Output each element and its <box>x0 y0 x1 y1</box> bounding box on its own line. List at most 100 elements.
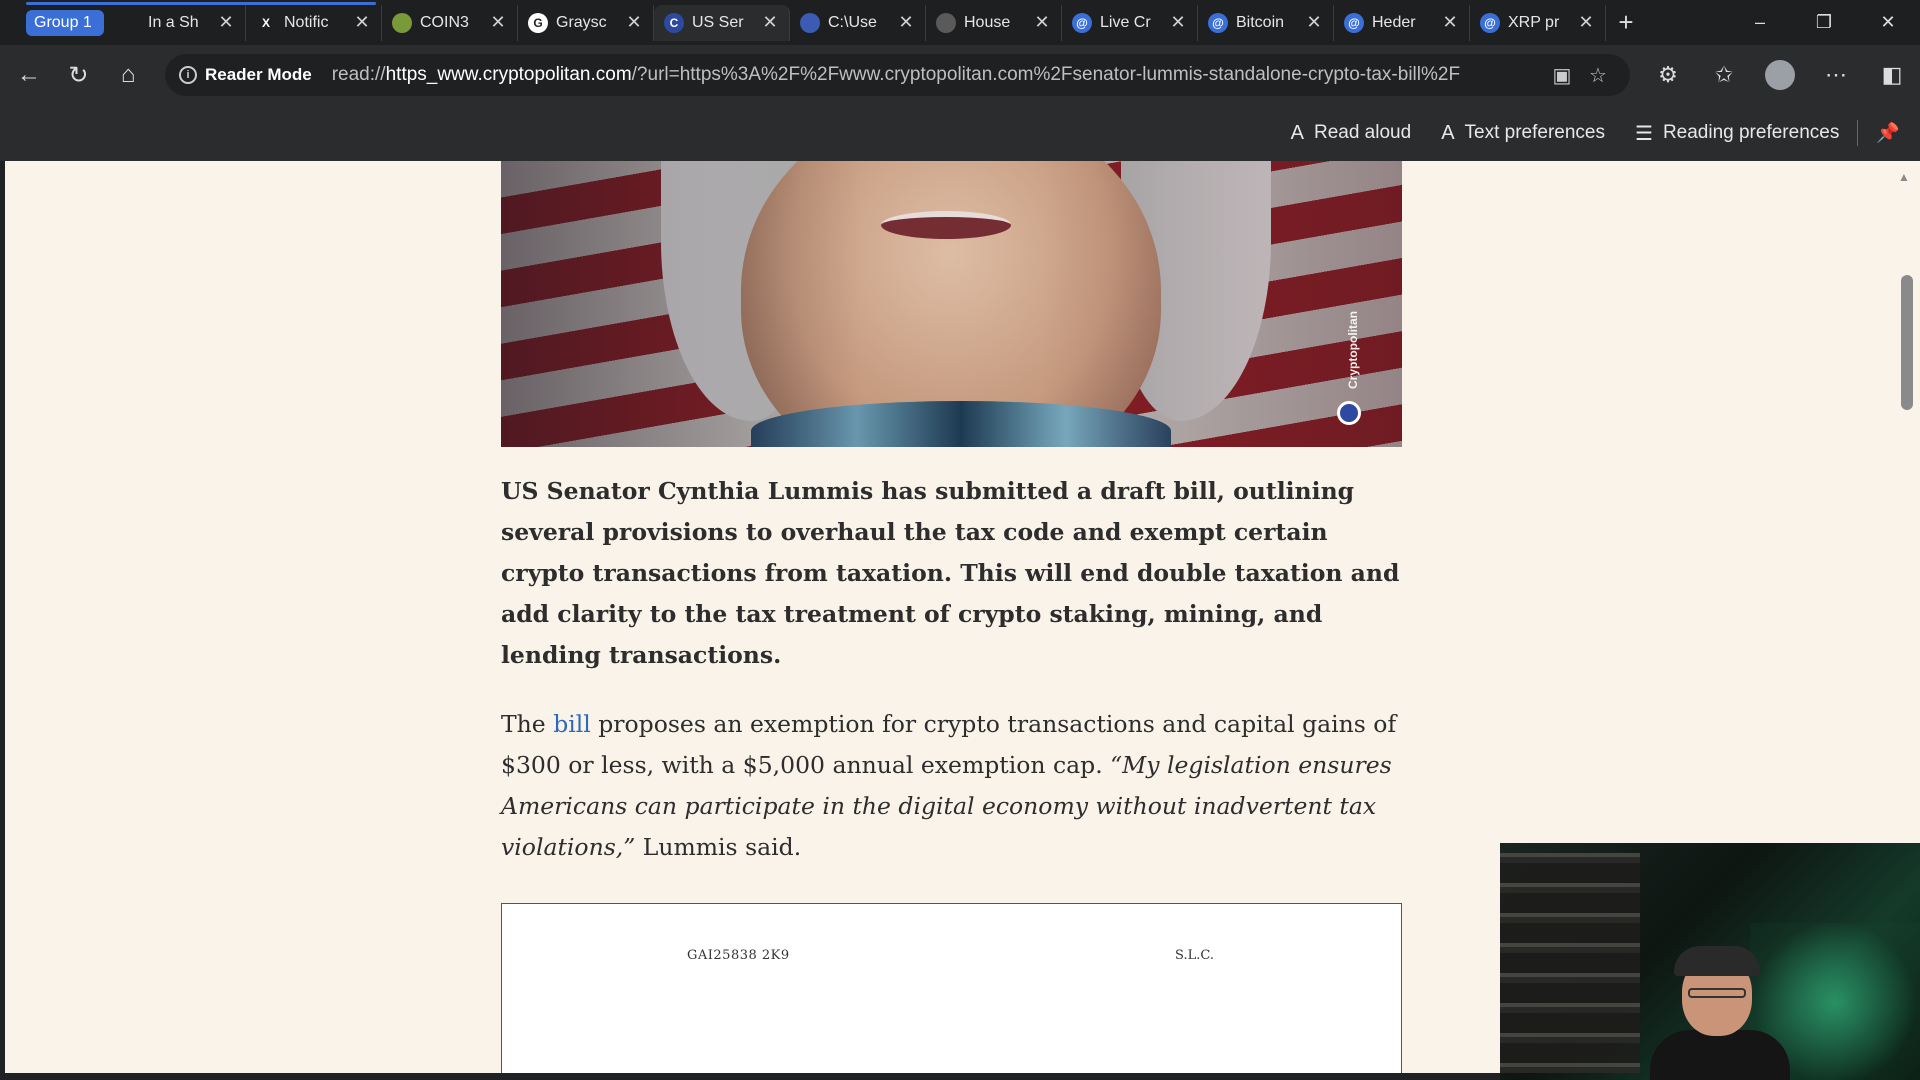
tab-close-icon[interactable]: ✕ <box>761 12 779 33</box>
sidebar-toggle-icon[interactable]: ◧ <box>1864 50 1920 100</box>
refresh-icon[interactable]: ↻ <box>54 50 104 100</box>
reader-toolbar: A Read aloud A Text preferences ☰ Readin… <box>0 105 1920 161</box>
tab-favicon-icon: @ <box>1072 12 1092 33</box>
tab-close-icon[interactable]: ✕ <box>1577 12 1595 33</box>
browser-tab[interactable]: House ✕ <box>926 4 1062 41</box>
reader-mode-label: Reader Mode <box>204 65 312 84</box>
article-hero-image: Cryptopolitan <box>501 161 1402 447</box>
favorites-icon[interactable]: ✩ <box>1696 50 1752 100</box>
immersive-reader-icon[interactable]: ▣ <box>1544 63 1580 88</box>
read-aloud-icon: A <box>1290 121 1304 144</box>
scrollbar-thumb[interactable] <box>1901 275 1913 410</box>
tab-favicon-icon: C <box>664 12 684 33</box>
profile-avatar[interactable] <box>1752 50 1808 100</box>
tab-favicon-icon: @ <box>1344 12 1364 33</box>
browser-tab[interactable]: @ Live Cr ✕ <box>1062 4 1198 41</box>
article-body: US Senator Cynthia Lummis has submitted … <box>501 471 1406 868</box>
tab-close-icon[interactable]: ✕ <box>217 12 235 33</box>
tab-close-icon[interactable]: ✕ <box>1441 12 1459 33</box>
browser-tab[interactable]: @ XRP pr ✕ <box>1470 4 1606 41</box>
tab-title: COIN3 <box>420 13 469 31</box>
browser-tab[interactable]: C US Ser ✕ <box>654 4 790 41</box>
toolbar-divider <box>1857 120 1859 146</box>
tab-close-icon[interactable]: ✕ <box>353 12 371 33</box>
info-icon: i <box>178 66 197 84</box>
browser-tab[interactable]: @ Heder ✕ <box>1334 4 1470 41</box>
tab-title: Bitcoin <box>1236 13 1285 31</box>
text-preferences-label: Text preferences <box>1464 122 1605 143</box>
reading-preferences-label: Reading preferences <box>1662 122 1840 143</box>
bill-link[interactable]: bill <box>553 710 591 738</box>
reading-preferences-button[interactable]: ☰ Reading preferences <box>1635 121 1839 146</box>
tab-favicon-icon <box>392 12 412 33</box>
document-code-left: GAI25838 2K9 <box>687 948 790 963</box>
text-preferences-button[interactable]: A Text preferences <box>1441 122 1605 145</box>
navigation-bar: ← ↻ ⌂ i Reader Mode read://https_www.cry… <box>0 45 1920 105</box>
tab-title: Heder <box>1372 13 1416 31</box>
tab-close-icon[interactable]: ✕ <box>1305 12 1323 33</box>
browser-tab[interactable]: COIN3 ✕ <box>382 4 518 41</box>
tab-favicon-icon: G <box>528 12 548 33</box>
tab-close-icon[interactable]: ✕ <box>625 12 643 33</box>
webcam-person-cap <box>1674 946 1760 976</box>
article-paragraph: The bill proposes an exemption for crypt… <box>501 710 1397 861</box>
tab-title: C:\Use <box>828 13 877 31</box>
cryptopolitan-logo-icon <box>1337 401 1361 425</box>
favorite-star-icon[interactable]: ☆ <box>1580 63 1616 88</box>
tab-strip: Group 1 In a Sh ✕ X Notific ✕ COIN3 ✕ G Graysc ✕ C… <box>0 0 1920 45</box>
tab-title: US Ser <box>692 13 744 31</box>
browser-tab[interactable]: In a Sh ✕ <box>110 4 246 41</box>
browser-tab[interactable]: @ Bitcoin ✕ <box>1198 4 1334 41</box>
toolbar-right: ⚙ ✩ ⋯ ◧ <box>1640 50 1920 100</box>
tab-title: In a Sh <box>148 13 199 31</box>
tab-close-icon[interactable]: ✕ <box>1033 12 1051 33</box>
tab-favicon-icon <box>800 12 820 33</box>
close-window-button[interactable]: ✕ <box>1856 0 1920 45</box>
reader-mode-chip[interactable]: i Reader Mode <box>178 65 312 85</box>
tab-close-icon[interactable]: ✕ <box>489 12 507 33</box>
hero-shading <box>501 161 1402 447</box>
minimize-button[interactable]: – <box>1728 0 1792 45</box>
new-tab-button[interactable]: + <box>1606 7 1646 38</box>
browser-tab[interactable]: G Graysc ✕ <box>518 4 654 41</box>
webcam-overlay <box>1500 843 1920 1080</box>
tab-list: In a Sh ✕ X Notific ✕ COIN3 ✕ G Graysc ✕ C US Ser ✕ C… <box>110 0 1606 45</box>
document-code-right: S.L.C. <box>1175 948 1214 963</box>
tab-title: Graysc <box>556 13 607 31</box>
reading-preferences-icon: ☰ <box>1635 122 1653 145</box>
back-icon[interactable]: ← <box>4 50 54 100</box>
address-bar[interactable]: i Reader Mode read://https_www.cryptopol… <box>164 54 1630 96</box>
window-controls: – ❐ ✕ <box>1728 0 1920 45</box>
tab-favicon-icon: @ <box>1208 12 1228 33</box>
tab-favicon-icon <box>120 12 140 33</box>
read-aloud-label: Read aloud <box>1313 122 1412 143</box>
bill-document-image: GAI25838 2K9 S.L.C. <box>501 903 1402 1073</box>
tab-title: XRP pr <box>1508 13 1560 31</box>
tab-favicon-icon <box>936 12 956 33</box>
more-menu-icon[interactable]: ⋯ <box>1808 50 1864 100</box>
webcam-person-body <box>1650 1030 1790 1080</box>
tab-favicon-icon: X <box>256 12 276 33</box>
restore-button[interactable]: ❐ <box>1792 0 1856 45</box>
scroll-up-arrow-icon[interactable]: ▲ <box>1898 170 1910 184</box>
tab-close-icon[interactable]: ✕ <box>897 12 915 33</box>
webcam-person <box>1650 938 1790 1080</box>
avatar <box>1765 60 1795 90</box>
pin-toolbar-icon[interactable]: 📌 <box>1876 121 1900 145</box>
tab-close-icon[interactable]: ✕ <box>1169 12 1187 33</box>
tab-title: House <box>964 13 1011 31</box>
tab-title: Notific <box>284 13 329 31</box>
tab-title: Live Cr <box>1100 13 1151 31</box>
read-aloud-button[interactable]: A Read aloud <box>1291 122 1412 145</box>
home-icon[interactable]: ⌂ <box>103 50 153 100</box>
webcam-person-glasses <box>1688 988 1746 998</box>
hero-watermark: Cryptopolitan <box>1346 311 1360 389</box>
webcam-shelf <box>1500 853 1640 1073</box>
url-text[interactable]: read://https_www.cryptopolitan.com/?url=… <box>332 64 1544 86</box>
browser-tab[interactable]: C:\Use ✕ <box>790 4 926 41</box>
text-preferences-icon: A <box>1441 121 1455 144</box>
extensions-icon[interactable]: ⚙ <box>1640 50 1696 100</box>
article-lead: US Senator Cynthia Lummis has submitted … <box>501 477 1400 669</box>
browser-tab[interactable]: X Notific ✕ <box>246 4 382 41</box>
tab-group-label[interactable]: Group 1 <box>26 9 104 36</box>
